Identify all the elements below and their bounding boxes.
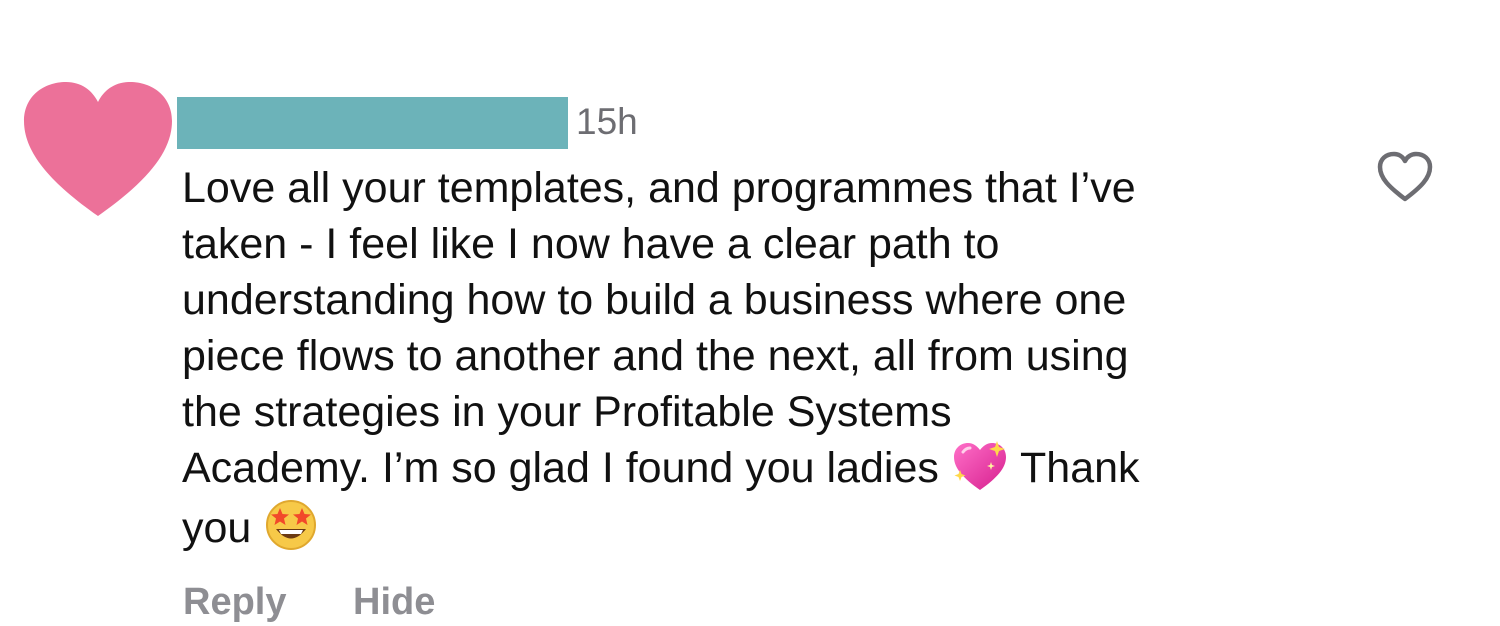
heart-outline-icon (1377, 151, 1433, 202)
comment-line: Love all your templates, and programmes … (182, 164, 1136, 212)
like-button[interactable] (1376, 150, 1434, 204)
reply-button[interactable]: Reply (183, 581, 286, 623)
comment-text: Love all your templates, and programmes … (182, 160, 1332, 552)
comment-line: the strategies in your Profitable System… (182, 388, 952, 436)
comment-line-text: Thank (1008, 444, 1140, 492)
star-struck-emoji-icon (263, 496, 319, 566)
sparkling-heart-emoji-icon (951, 440, 1009, 506)
comment-line-text: Academy. I’m so glad I found you ladies (182, 444, 951, 492)
comment-timestamp: 15h (576, 101, 638, 142)
comment-line-text: you (182, 504, 264, 552)
username-redaction (177, 97, 568, 149)
hide-button[interactable]: Hide (353, 581, 435, 623)
avatar[interactable] (18, 76, 178, 222)
comment-line: taken - I feel like I now have a clear p… (182, 220, 1000, 268)
comment-line: you (182, 496, 1332, 552)
comment-line: piece flows to another and the next, all… (182, 332, 1129, 380)
comment-line: understanding how to build a business wh… (182, 276, 1127, 324)
pink-heart-avatar-icon (24, 82, 172, 216)
comment-actions: Reply Hide (183, 578, 435, 626)
comment-line: Academy. I’m so glad I found you ladies … (182, 440, 1332, 496)
